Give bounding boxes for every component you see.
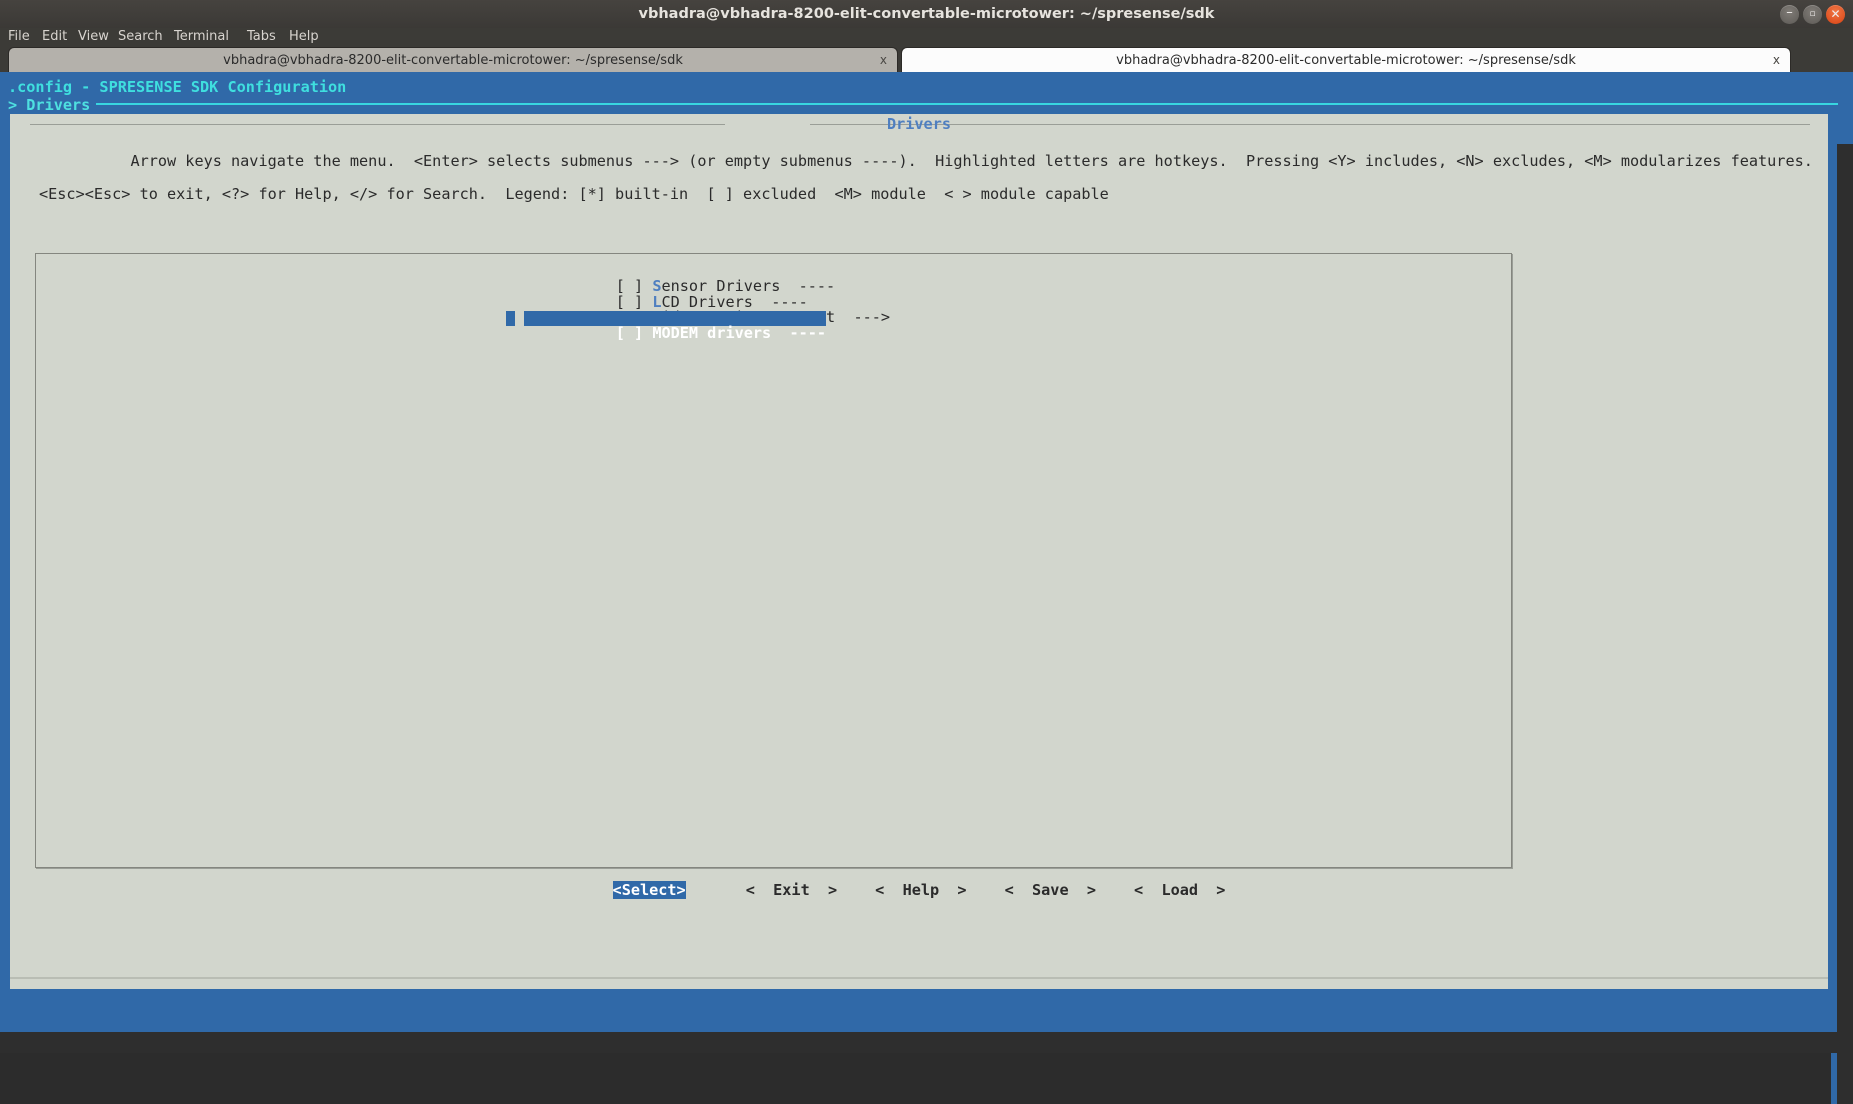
- menu-item-sensor-drivers[interactable]: [ ] Sensor Drivers ----: [506, 264, 835, 279]
- close-icon: ✕: [1826, 5, 1845, 24]
- help-line-1: Arrow keys navigate the menu. <Enter> se…: [130, 152, 1853, 170]
- menu-item-edit[interactable]: Edit: [38, 28, 71, 46]
- menu-item-search[interactable]: Search: [114, 28, 167, 46]
- dialog-bottom-edge: [10, 977, 1828, 979]
- save-button[interactable]: < Save >: [1005, 881, 1096, 899]
- menuconfig-header: .config - SPRESENSE SDK Configuration: [8, 78, 346, 96]
- menu-item-label: ODEM drivers ----: [661, 324, 826, 342]
- dialog-button-bar: <Select> < Exit > < Help > < Save > < Load >: [10, 881, 1828, 905]
- menuconfig-breadcrumb: > Drivers: [8, 96, 90, 114]
- menu-item-file[interactable]: File: [4, 28, 34, 46]
- tab-label: vbhadra@vbhadra-8200-elit-convertable-mi…: [9, 48, 897, 73]
- menuconfig-screen: .config - SPRESENSE SDK Configuration > …: [0, 72, 1853, 1032]
- help-button[interactable]: < Help >: [875, 881, 966, 899]
- menu-item-prefix: [ ]: [616, 324, 653, 342]
- menu-item-help[interactable]: Help: [285, 28, 323, 46]
- load-button[interactable]: < Load >: [1134, 881, 1225, 899]
- maximize-icon: ▫: [1803, 5, 1822, 24]
- help-line-2: <Esc><Esc> to exit, <?> for Help, </> fo…: [39, 186, 1809, 203]
- dialog-help-text: Arrow keys navigate the menu. <Enter> se…: [39, 136, 1809, 235]
- menu-bar: File Edit View Search Terminal Tabs Help: [0, 28, 1853, 46]
- tab-close-icon[interactable]: x: [880, 48, 887, 73]
- maximize-button[interactable]: ▫: [1803, 5, 1822, 24]
- terminal-scrollbar[interactable]: [1837, 144, 1853, 1104]
- tab-bar: vbhadra@vbhadra-8200-elit-convertable-mi…: [0, 46, 1853, 72]
- window-title: vbhadra@vbhadra-8200-elit-convertable-mi…: [0, 0, 1853, 28]
- menu-list-box[interactable]: [ ] Sensor Drivers ---- [ ] LCD Drivers …: [35, 253, 1512, 868]
- select-button[interactable]: <Select>: [613, 881, 686, 899]
- minimize-icon: –: [1780, 5, 1799, 24]
- tab-label: vbhadra@vbhadra-8200-elit-convertable-mi…: [902, 48, 1790, 73]
- terminal-window: vbhadra@vbhadra-8200-elit-convertable-mi…: [0, 0, 1853, 1053]
- select-button-label: <Select>: [613, 881, 686, 899]
- minimize-button[interactable]: –: [1780, 5, 1799, 24]
- save-button-label: < Save >: [1005, 881, 1096, 899]
- menu-item-view[interactable]: View: [74, 28, 113, 46]
- menuconfig-dialog: Drivers Arrow keys navigate the menu. <E…: [10, 114, 1828, 989]
- tab-0[interactable]: vbhadra@vbhadra-8200-elit-convertable-mi…: [8, 47, 898, 72]
- close-button[interactable]: ✕: [1826, 5, 1845, 24]
- menu-item-terminal[interactable]: Terminal: [170, 28, 233, 46]
- tab-close-icon[interactable]: x: [1773, 48, 1780, 73]
- menu-item-lcd-drivers[interactable]: [ ] LCD Drivers ----: [506, 280, 808, 295]
- help-button-label: < Help >: [875, 881, 966, 899]
- menu-item-video-device-support[interactable]: Video Device Support --->: [506, 295, 890, 310]
- tab-1[interactable]: vbhadra@vbhadra-8200-elit-convertable-mi…: [901, 47, 1791, 72]
- title-bar: vbhadra@vbhadra-8200-elit-convertable-mi…: [0, 0, 1853, 29]
- exit-button-label: < Exit >: [746, 881, 837, 899]
- menu-item-tabs[interactable]: Tabs: [243, 28, 280, 46]
- window-controls: – ▫ ✕: [1780, 4, 1845, 24]
- load-button-label: < Load >: [1134, 881, 1225, 899]
- exit-button[interactable]: < Exit >: [746, 881, 837, 899]
- terminal-bottom-strip: [0, 1032, 1853, 1053]
- dialog-title: Drivers: [10, 114, 1828, 134]
- cursor-caret: [515, 311, 524, 326]
- terminal-content: .config - SPRESENSE SDK Configuration > …: [0, 72, 1853, 1053]
- terminal-right-edge: [1831, 144, 1837, 1104]
- menu-item-modem-drivers[interactable]: [ ] MODEM drivers ----: [506, 311, 826, 326]
- header-divider: [96, 103, 1838, 105]
